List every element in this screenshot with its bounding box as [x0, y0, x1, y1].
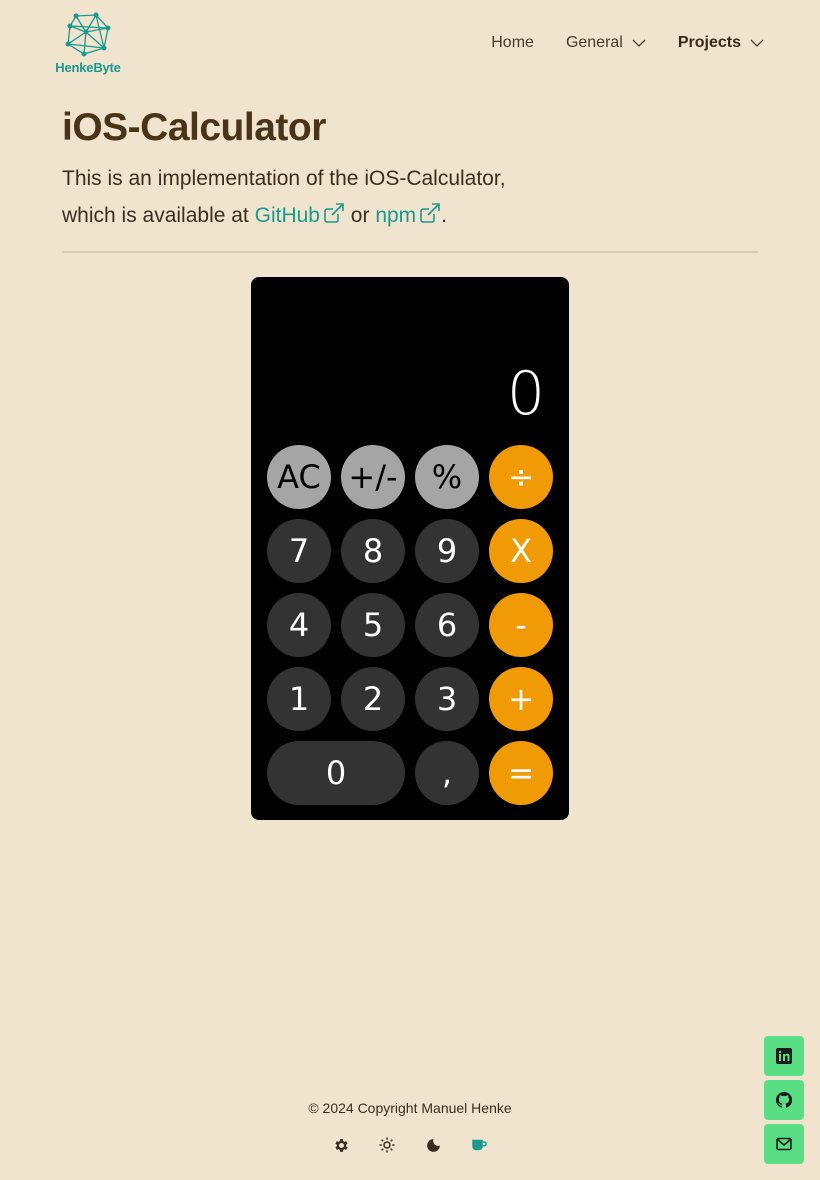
github-link[interactable]: GitHub	[254, 203, 345, 227]
key-toggle-sign[interactable]: +/-	[341, 445, 405, 509]
divider	[62, 251, 758, 253]
key-3[interactable]: 3	[415, 667, 479, 731]
intro-prefix: which is available at	[62, 204, 255, 227]
github-icon	[776, 1092, 792, 1108]
key-divide[interactable]: ÷	[489, 445, 553, 509]
key-all-clear[interactable]: AC	[267, 445, 331, 509]
nav-home-label: Home	[491, 34, 534, 51]
calculator: 0 AC +/- % ÷ 7 8 9 X 4 5 6 - 1 2 3 + 0 ,…	[251, 277, 569, 820]
key-5[interactable]: 5	[341, 593, 405, 657]
nav-home[interactable]: Home	[491, 34, 534, 52]
github-button[interactable]	[764, 1080, 804, 1120]
moon-icon[interactable]	[424, 1136, 442, 1154]
intro-text: This is an implementation of the iOS-Cal…	[62, 160, 582, 236]
external-link-icon	[323, 199, 345, 236]
nav-projects-label: Projects	[677, 34, 741, 51]
key-equals[interactable]: =	[489, 741, 553, 805]
network-logo-icon	[65, 12, 111, 57]
logo-text: HenkeByte	[55, 60, 121, 75]
key-9[interactable]: 9	[415, 519, 479, 583]
sun-icon[interactable]	[378, 1136, 396, 1154]
key-6[interactable]: 6	[415, 593, 479, 657]
npm-link[interactable]: npm	[375, 203, 441, 227]
key-add[interactable]: +	[489, 667, 553, 731]
key-4[interactable]: 4	[267, 593, 331, 657]
key-decimal[interactable]: ,	[415, 741, 479, 805]
mail-button[interactable]	[764, 1124, 804, 1164]
chevron-down-icon	[632, 34, 646, 52]
chevron-down-icon	[750, 34, 764, 52]
copyright-text: © 2024 Copyright Manuel Henke	[308, 1100, 512, 1116]
key-2[interactable]: 2	[341, 667, 405, 731]
external-link-icon	[419, 199, 441, 236]
key-multiply[interactable]: X	[489, 519, 553, 583]
coffee-icon[interactable]	[470, 1136, 488, 1154]
period: .	[441, 204, 448, 227]
npm-link-label: npm	[375, 204, 417, 227]
calculator-display: 0	[506, 359, 545, 429]
intro-line-1: This is an implementation of the iOS-Cal…	[62, 167, 506, 190]
theme-switcher	[0, 1136, 820, 1154]
key-8[interactable]: 8	[341, 519, 405, 583]
gear-icon[interactable]	[332, 1136, 350, 1154]
key-1[interactable]: 1	[267, 667, 331, 731]
nav-general[interactable]: General	[566, 34, 646, 52]
key-0[interactable]: 0	[267, 741, 405, 805]
nav-projects[interactable]: Projects	[678, 34, 764, 52]
or-text: or	[344, 204, 376, 227]
linkedin-button[interactable]	[764, 1036, 804, 1076]
nav-general-label: General	[565, 34, 623, 51]
key-7[interactable]: 7	[267, 519, 331, 583]
page-title: iOS-Calculator	[62, 106, 326, 149]
key-subtract[interactable]: -	[489, 593, 553, 657]
mail-icon	[776, 1137, 792, 1151]
github-link-label: GitHub	[254, 204, 320, 227]
logo[interactable]: HenkeByte	[52, 12, 124, 78]
main-nav: Home General Projects	[459, 34, 764, 52]
linkedin-icon	[776, 1048, 792, 1064]
key-percent[interactable]: %	[415, 445, 479, 509]
